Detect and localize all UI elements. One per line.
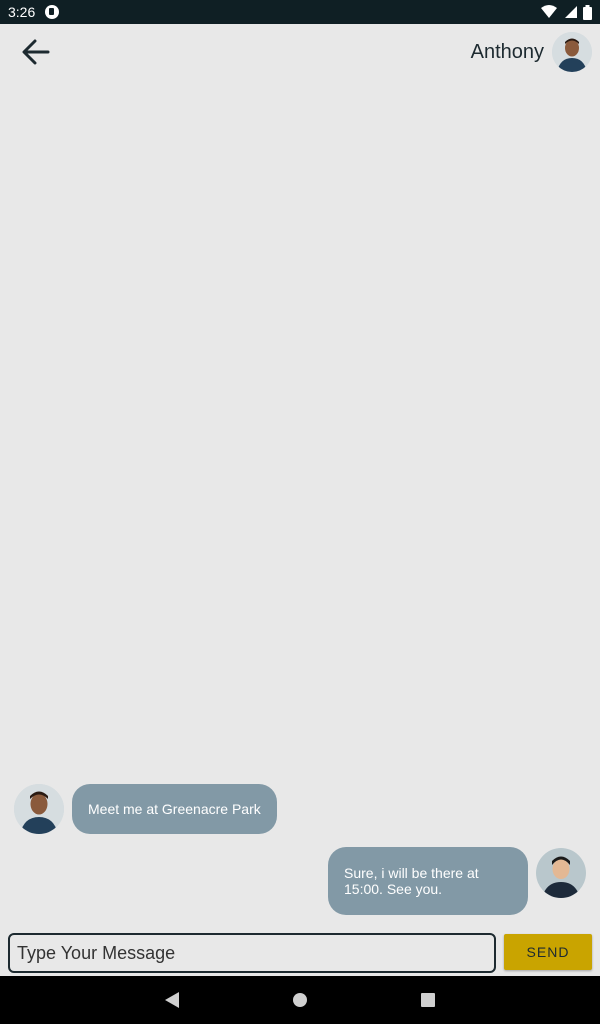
nav-back-button[interactable] <box>158 986 186 1014</box>
status-bar: 3:26 <box>0 0 600 24</box>
chat-header: Anthony <box>0 24 600 80</box>
message-incoming: Meet me at Greenacre Park <box>14 784 277 834</box>
contact-name: Anthony <box>470 40 544 63</box>
battery-icon <box>583 4 592 20</box>
system-nav-bar <box>0 976 600 1024</box>
arrow-left-icon <box>22 39 50 65</box>
avatar <box>536 848 586 898</box>
cell-signal-icon <box>565 6 577 18</box>
message-composer: SEND <box>8 933 596 975</box>
message-bubble: Sure, i will be there at 15:00. See you. <box>328 847 528 915</box>
status-time: 3:26 <box>8 4 36 20</box>
app-notification-icon <box>45 5 60 19</box>
avatar <box>552 32 592 72</box>
message-input[interactable] <box>8 933 496 973</box>
status-icons <box>541 4 592 20</box>
contact-info[interactable]: Anthony <box>471 32 592 72</box>
home-circle-icon <box>293 993 307 1007</box>
message-bubble: Meet me at Greenacre Park <box>72 784 277 834</box>
message-outgoing: Sure, i will be there at 15:00. See you. <box>328 847 586 915</box>
nav-home-button[interactable] <box>286 986 314 1014</box>
back-triangle-icon <box>165 992 179 1008</box>
avatar <box>14 784 64 834</box>
back-button[interactable] <box>16 36 56 68</box>
nav-recents-button[interactable] <box>414 986 442 1014</box>
wifi-icon <box>541 5 557 18</box>
recents-square-icon <box>421 993 435 1007</box>
send-button[interactable]: SEND <box>504 934 592 970</box>
